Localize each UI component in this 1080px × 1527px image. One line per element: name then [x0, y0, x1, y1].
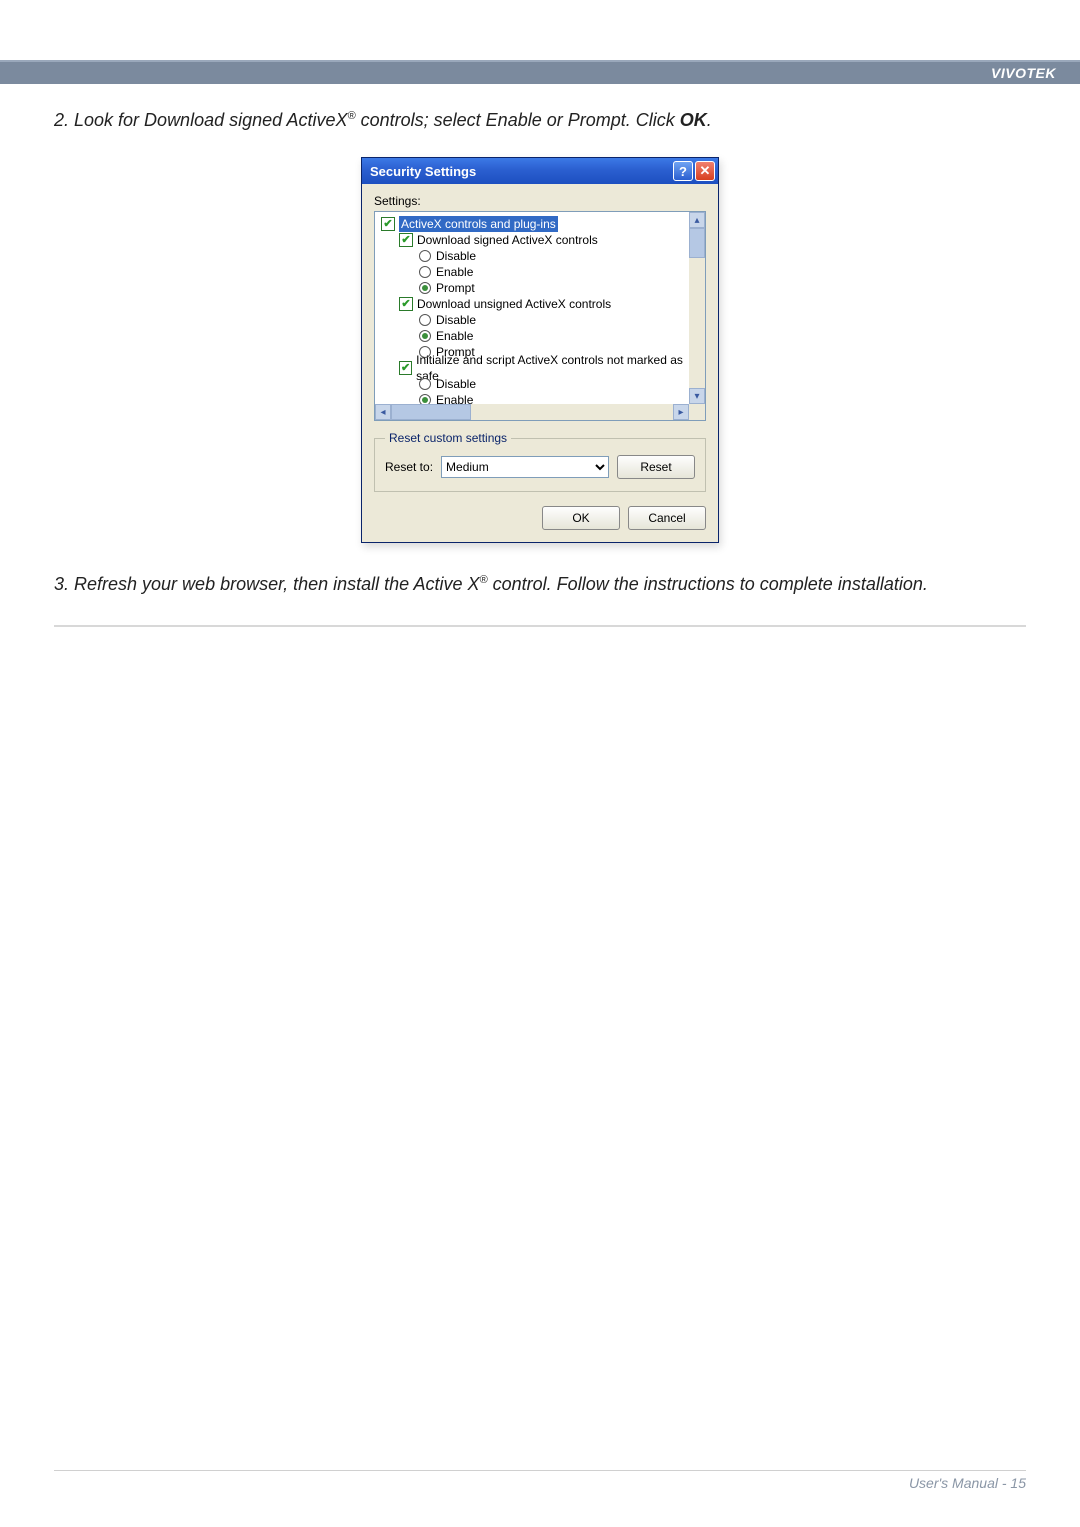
- activex-icon: ✔: [381, 217, 395, 231]
- item-label: Download unsigned ActiveX controls: [417, 296, 611, 312]
- option-row[interactable]: Enable: [381, 328, 687, 344]
- security-settings-dialog: Security Settings ? ✕ Settings: ✔ Active…: [361, 157, 719, 543]
- activex-icon: ✔: [399, 297, 413, 311]
- step2-suffix: controls; select Enable or Prompt. Click: [356, 110, 680, 130]
- option-row[interactable]: Disable: [381, 248, 687, 264]
- reset-custom-settings-group: Reset custom settings Reset to: Medium R…: [374, 431, 706, 492]
- radio-enable[interactable]: [419, 266, 431, 278]
- option-label: Disable: [436, 376, 476, 392]
- brand-label: VIVOTEK: [991, 65, 1056, 81]
- reset-button[interactable]: Reset: [617, 455, 695, 479]
- cancel-button[interactable]: Cancel: [628, 506, 706, 530]
- radio-disable[interactable]: [419, 378, 431, 390]
- item-label: Download signed ActiveX controls: [417, 232, 598, 248]
- help-button[interactable]: ?: [673, 161, 693, 181]
- footer-divider: [54, 1470, 1026, 1471]
- close-button[interactable]: ✕: [695, 161, 715, 181]
- activex-icon: ✔: [399, 361, 412, 375]
- radio-enable[interactable]: [419, 330, 431, 342]
- vscroll-thumb[interactable]: [689, 228, 705, 258]
- reset-level-select[interactable]: Medium: [441, 456, 609, 478]
- option-label: Prompt: [436, 280, 475, 296]
- radio-prompt[interactable]: [419, 282, 431, 294]
- scroll-right-icon[interactable]: ▸: [673, 404, 689, 420]
- radio-disable[interactable]: [419, 314, 431, 326]
- activex-icon: ✔: [399, 233, 413, 247]
- step3-prefix: 3. Refresh your web browser, then instal…: [54, 574, 480, 594]
- option-row[interactable]: Enable: [381, 264, 687, 280]
- option-label: Disable: [436, 312, 476, 328]
- step2-tail: .: [707, 110, 712, 130]
- option-label: Enable: [436, 392, 473, 404]
- option-row[interactable]: Enable: [381, 392, 687, 404]
- option-label: Disable: [436, 248, 476, 264]
- item-row: ✔ Download unsigned ActiveX controls: [381, 296, 687, 312]
- option-row[interactable]: Prompt: [381, 280, 687, 296]
- header-band: VIVOTEK: [0, 60, 1080, 84]
- item-row: ✔ Download signed ActiveX controls: [381, 232, 687, 248]
- horizontal-scrollbar[interactable]: ◂ ▸: [375, 404, 689, 420]
- section-divider: [54, 625, 1026, 627]
- ok-button[interactable]: OK: [542, 506, 620, 530]
- step-2-text: 2. Look for Download signed ActiveX® con…: [54, 110, 1026, 131]
- item-row: ✔ Initialize and script ActiveX controls…: [381, 360, 687, 376]
- category-label[interactable]: ActiveX controls and plug-ins: [399, 216, 558, 232]
- radio-disable[interactable]: [419, 250, 431, 262]
- scroll-down-icon[interactable]: ▾: [689, 388, 705, 404]
- registered-mark: ®: [480, 574, 488, 586]
- step-3-text: 3. Refresh your web browser, then instal…: [54, 571, 1026, 597]
- option-label: Enable: [436, 264, 473, 280]
- category-row: ✔ ActiveX controls and plug-ins: [381, 216, 687, 232]
- scroll-up-icon[interactable]: ▴: [689, 212, 705, 228]
- option-label: Enable: [436, 328, 473, 344]
- reset-legend: Reset custom settings: [385, 431, 511, 445]
- step2-ok: OK: [680, 110, 707, 130]
- reset-to-label: Reset to:: [385, 460, 433, 474]
- settings-label: Settings:: [374, 194, 706, 208]
- scroll-left-icon[interactable]: ◂: [375, 404, 391, 420]
- hscroll-thumb[interactable]: [391, 404, 471, 420]
- titlebar[interactable]: Security Settings ? ✕: [362, 158, 718, 184]
- radio-enable[interactable]: [419, 394, 431, 404]
- registered-mark: ®: [348, 110, 356, 122]
- vertical-scrollbar[interactable]: ▴ ▾: [689, 212, 705, 404]
- step3-suffix: control. Follow the instructions to comp…: [488, 574, 928, 594]
- dialog-title: Security Settings: [370, 164, 671, 179]
- scroll-corner: [689, 404, 705, 420]
- option-row[interactable]: Disable: [381, 312, 687, 328]
- settings-tree[interactable]: ✔ ActiveX controls and plug-ins ✔ Downlo…: [374, 211, 706, 421]
- footer-text: User's Manual - 15: [909, 1475, 1026, 1491]
- step2-prefix: 2. Look for Download signed ActiveX: [54, 110, 348, 130]
